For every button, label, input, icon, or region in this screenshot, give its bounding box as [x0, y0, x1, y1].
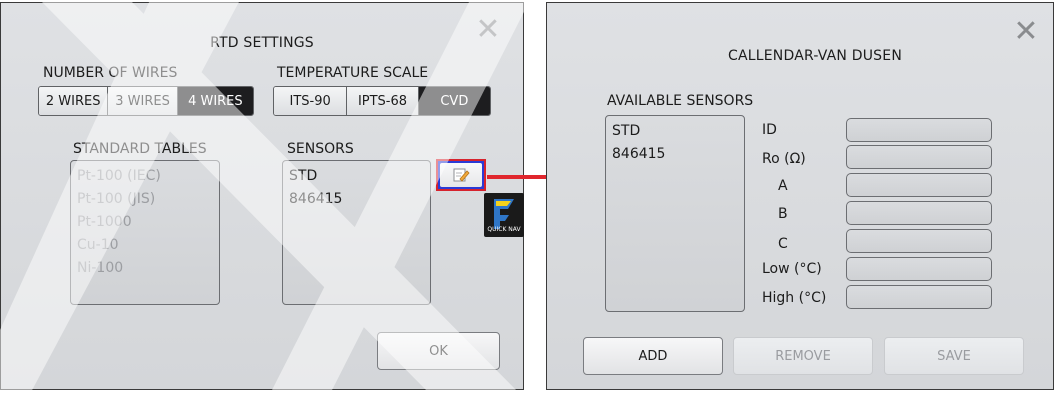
wires-option-3[interactable]: 3 WIRES [108, 87, 178, 115]
list-item[interactable]: Pt-100 (JIS) [77, 188, 213, 211]
field-label-high: High (°C) [762, 290, 827, 306]
b-field[interactable] [846, 201, 992, 225]
edit-sensor-button[interactable] [436, 159, 486, 191]
available-sensors-label: AVAILABLE SENSORS [607, 93, 754, 109]
number-of-wires-selector: 2 WIRES 3 WIRES 4 WIRES [38, 86, 254, 116]
close-icon[interactable]: ✕ [1013, 17, 1039, 47]
quick-nav-button[interactable]: QUICK NAV [484, 193, 524, 237]
rtd-settings-title: RTD SETTINGS [210, 35, 314, 51]
number-of-wires-label: NUMBER OF WIRES [43, 65, 178, 81]
quick-nav-label: QUICK NAV [487, 226, 521, 233]
field-label-b: B [778, 206, 788, 222]
available-sensors-list[interactable]: STD 846415 [605, 115, 745, 312]
id-field[interactable] [846, 118, 992, 142]
list-item[interactable]: STD [612, 120, 738, 143]
list-item[interactable]: Ni-100 [77, 257, 213, 280]
list-item[interactable]: 846415 [289, 188, 424, 211]
ok-button[interactable]: OK [377, 332, 500, 370]
field-label-id: ID [762, 122, 777, 138]
c-field[interactable] [846, 229, 992, 253]
close-icon[interactable]: ✕ [475, 15, 501, 45]
cvd-dialog-title: CALLENDAR-VAN DUSEN [728, 48, 902, 64]
field-label-ro: Ro (Ω) [762, 151, 806, 167]
ro-field[interactable] [846, 145, 992, 169]
low-field[interactable] [846, 257, 992, 281]
list-item[interactable]: Cu-10 [77, 234, 213, 257]
wires-option-4[interactable]: 4 WIRES [177, 87, 253, 115]
list-item[interactable]: Pt-100 (IEC) [77, 165, 213, 188]
a-field[interactable] [846, 173, 992, 197]
standard-tables-list[interactable]: Pt-100 (IEC) Pt-100 (JIS) Pt-1000 Cu-10 … [70, 160, 220, 305]
add-button[interactable]: ADD [583, 337, 723, 375]
wires-option-2[interactable]: 2 WIRES [39, 87, 109, 115]
remove-button[interactable]: REMOVE [733, 337, 873, 375]
field-label-a: A [778, 178, 788, 194]
standard-tables-label: STANDARD TABLES [73, 141, 207, 157]
temperature-scale-label: TEMPERATURE SCALE [277, 65, 429, 81]
list-item[interactable]: Pt-1000 [77, 211, 213, 234]
sensors-list[interactable]: STD 846415 [282, 160, 431, 305]
rtd-settings-dialog: RTD SETTINGS ✕ NUMBER OF WIRES 2 WIRES 3… [0, 2, 524, 390]
high-field[interactable] [846, 285, 992, 309]
edit-icon [440, 163, 482, 187]
sensors-label: SENSORS [287, 141, 354, 157]
field-label-c: C [778, 236, 788, 252]
list-item[interactable]: 846415 [612, 143, 738, 166]
scale-option-its90[interactable]: ITS-90 [274, 87, 348, 115]
save-button[interactable]: SAVE [884, 337, 1024, 375]
scale-option-cvd[interactable]: CVD [418, 87, 490, 115]
list-item[interactable]: STD [289, 165, 424, 188]
scale-option-ipts68[interactable]: IPTS-68 [347, 87, 419, 115]
temperature-scale-selector: ITS-90 IPTS-68 CVD [273, 86, 491, 116]
field-label-low: Low (°C) [762, 261, 822, 277]
